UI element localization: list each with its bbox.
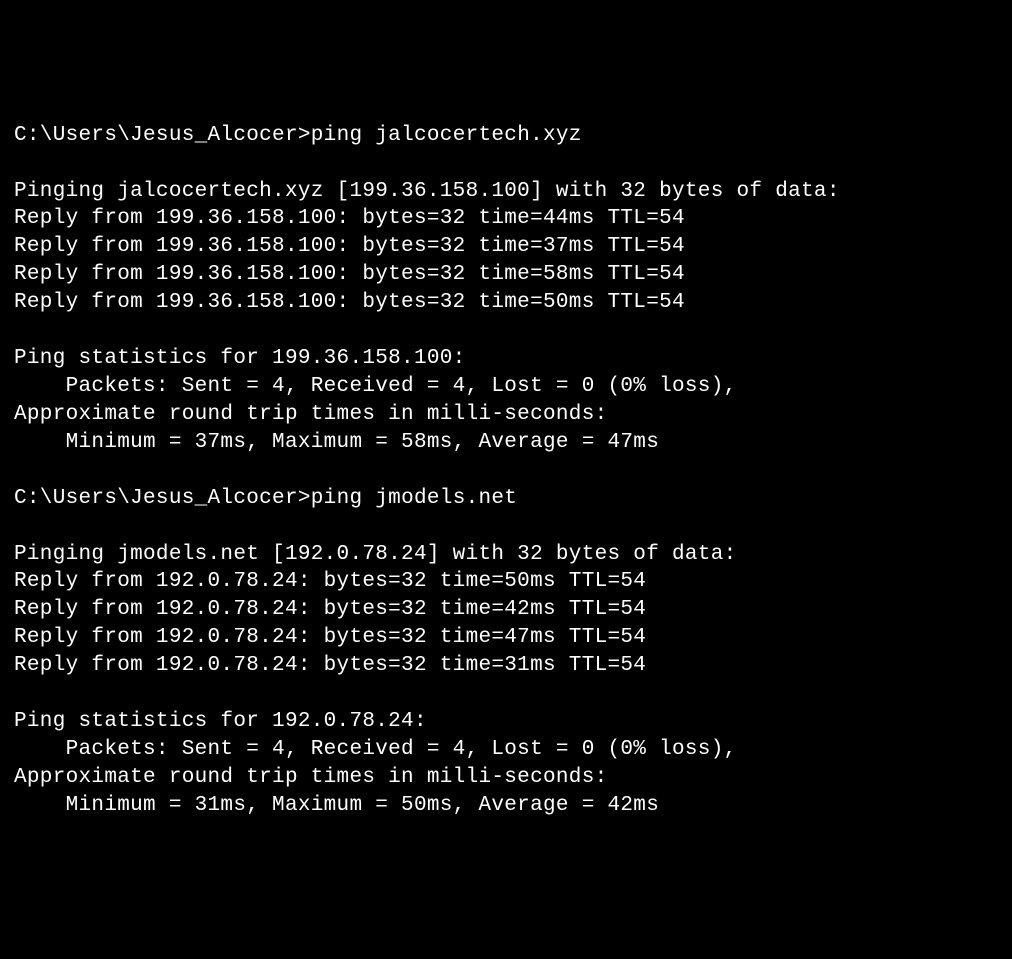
blank-line bbox=[14, 457, 998, 485]
ping-reply: Reply from 199.36.158.100: bytes=32 time… bbox=[14, 205, 998, 233]
terminal-output[interactable]: C:\Users\Jesus_Alcocer>ping jalcocertech… bbox=[14, 122, 998, 820]
blank-line bbox=[14, 680, 998, 708]
rtt-header: Approximate round trip times in milli-se… bbox=[14, 401, 998, 429]
packets-line: Packets: Sent = 4, Received = 4, Lost = … bbox=[14, 373, 998, 401]
ping-header-1: Pinging jalcocertech.xyz [199.36.158.100… bbox=[14, 178, 998, 206]
rtt-line: Minimum = 37ms, Maximum = 58ms, Average … bbox=[14, 429, 998, 457]
command-text: ping jmodels.net bbox=[311, 487, 517, 510]
blank-line bbox=[14, 513, 998, 541]
ping-header-2: Pinging jmodels.net [192.0.78.24] with 3… bbox=[14, 541, 998, 569]
prompt-line-1: C:\Users\Jesus_Alcocer>ping jalcocertech… bbox=[14, 122, 998, 150]
command-text: ping jalcocertech.xyz bbox=[311, 124, 582, 147]
ping-reply: Reply from 199.36.158.100: bytes=32 time… bbox=[14, 261, 998, 289]
ping-reply: Reply from 192.0.78.24: bytes=32 time=50… bbox=[14, 568, 998, 596]
prompt-path: C:\Users\Jesus_Alcocer bbox=[14, 487, 298, 510]
rtt-line: Minimum = 31ms, Maximum = 50ms, Average … bbox=[14, 792, 998, 820]
ping-reply: Reply from 199.36.158.100: bytes=32 time… bbox=[14, 289, 998, 317]
blank-line bbox=[14, 317, 998, 345]
stats-header: Ping statistics for 192.0.78.24: bbox=[14, 708, 998, 736]
stats-header: Ping statistics for 199.36.158.100: bbox=[14, 345, 998, 373]
ping-reply: Reply from 192.0.78.24: bytes=32 time=31… bbox=[14, 652, 998, 680]
ping-reply: Reply from 199.36.158.100: bytes=32 time… bbox=[14, 233, 998, 261]
ping-reply: Reply from 192.0.78.24: bytes=32 time=42… bbox=[14, 596, 998, 624]
prompt-line-2: C:\Users\Jesus_Alcocer>ping jmodels.net bbox=[14, 485, 998, 513]
rtt-header: Approximate round trip times in milli-se… bbox=[14, 764, 998, 792]
blank-line bbox=[14, 150, 998, 178]
packets-line: Packets: Sent = 4, Received = 4, Lost = … bbox=[14, 736, 998, 764]
prompt-path: C:\Users\Jesus_Alcocer bbox=[14, 124, 298, 147]
ping-reply: Reply from 192.0.78.24: bytes=32 time=47… bbox=[14, 624, 998, 652]
